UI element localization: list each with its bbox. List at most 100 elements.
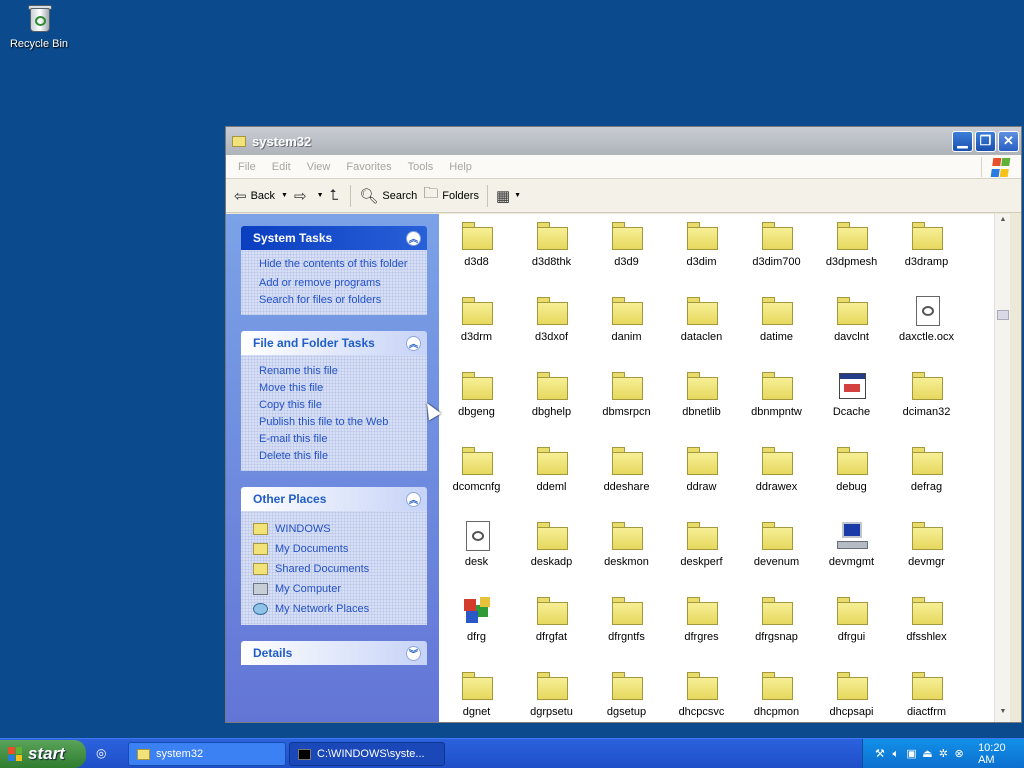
folders-button[interactable]: 🗀 Folders: [423, 183, 479, 208]
menu-favorites[interactable]: Favorites: [346, 161, 391, 173]
search-button[interactable]: 🔍︎ Search: [359, 187, 417, 205]
back-dropdown-icon[interactable]: ▼: [281, 192, 288, 199]
place-my-network-places[interactable]: My Network Places: [253, 599, 417, 619]
security-alert-icon[interactable]: ⊗: [952, 747, 966, 761]
file-item[interactable]: dfrgfat: [514, 595, 589, 643]
title-bar[interactable]: system32 ▁ ❐ ✕: [226, 127, 1021, 155]
file-item[interactable]: ddeml: [514, 445, 589, 493]
file-item[interactable]: diactfrm: [889, 670, 964, 718]
file-item[interactable]: desk: [439, 520, 514, 568]
file-item[interactable]: dgrpsetu: [514, 670, 589, 718]
details-header[interactable]: Details ︾: [241, 641, 427, 665]
file-item[interactable]: dciman32: [889, 370, 964, 418]
taskbar-item-cmd[interactable]: C:\WINDOWS\syste...: [289, 742, 445, 766]
scroll-up-arrow-icon[interactable]: ▲: [997, 216, 1009, 228]
file-item[interactable]: dbnetlib: [664, 370, 739, 418]
file-item[interactable]: debug: [814, 445, 889, 493]
add-remove-programs-link[interactable]: Add or remove programs: [259, 275, 417, 292]
file-item[interactable]: dfrgsnap: [739, 595, 814, 643]
file-item[interactable]: dbnmpntw: [739, 370, 814, 418]
rename-file-link[interactable]: Rename this file: [259, 363, 417, 380]
views-dropdown-icon[interactable]: ▼: [514, 192, 521, 199]
email-file-link[interactable]: E-mail this file: [259, 431, 417, 448]
file-item[interactable]: deskperf: [664, 520, 739, 568]
minimize-button[interactable]: ▁: [952, 130, 973, 152]
file-item[interactable]: defrag: [889, 445, 964, 493]
views-button[interactable]: ▦ ▼: [496, 187, 521, 205]
search-files-link[interactable]: Search for files or folders: [259, 292, 417, 309]
file-item[interactable]: dgnet: [439, 670, 514, 718]
file-item[interactable]: dfrgres: [664, 595, 739, 643]
file-item[interactable]: ddraw: [664, 445, 739, 493]
file-item[interactable]: dhcpsapi: [814, 670, 889, 718]
close-button[interactable]: ✕: [998, 130, 1019, 152]
file-item[interactable]: ddrawex: [739, 445, 814, 493]
collapse-chevron-icon[interactable]: ︽: [406, 230, 421, 246]
publish-file-link[interactable]: Publish this file to the Web: [259, 414, 417, 431]
maximize-button[interactable]: ❐: [975, 130, 996, 152]
settings-tray-icon[interactable]: ✲: [936, 747, 950, 761]
expand-chevron-icon[interactable]: ︾: [406, 645, 421, 661]
scroll-down-arrow-icon[interactable]: ▼: [997, 708, 1009, 720]
system-tasks-header[interactable]: System Tasks ︽: [241, 226, 427, 250]
file-item[interactable]: dbmsrpcn: [589, 370, 664, 418]
file-item[interactable]: deskmon: [589, 520, 664, 568]
taskbar-item-system32[interactable]: system32: [128, 742, 286, 766]
file-item[interactable]: devenum: [739, 520, 814, 568]
network-tray-icon[interactable]: ▣: [905, 747, 919, 761]
copy-file-link[interactable]: Copy this file: [259, 397, 417, 414]
menu-help[interactable]: Help: [449, 161, 472, 173]
file-item[interactable]: dbgeng: [439, 370, 514, 418]
file-item[interactable]: d3dim: [664, 220, 739, 268]
file-item[interactable]: d3d8: [439, 220, 514, 268]
menu-view[interactable]: View: [307, 161, 331, 173]
file-item[interactable]: dfrg: [439, 595, 514, 643]
file-item[interactable]: d3dim700: [739, 220, 814, 268]
file-item[interactable]: dfrgui: [814, 595, 889, 643]
safely-remove-icon[interactable]: ⏏: [921, 747, 935, 761]
vertical-scrollbar[interactable]: ▲ ▼: [994, 214, 1010, 722]
recycle-bin[interactable]: Recycle Bin: [8, 2, 70, 50]
move-file-link[interactable]: Move this file: [259, 380, 417, 397]
file-item[interactable]: Dcache: [814, 370, 889, 418]
file-item[interactable]: d3dpmesh: [814, 220, 889, 268]
tray-tool-icon[interactable]: ⚒: [873, 747, 887, 761]
up-folder-button[interactable]: ⮤: [330, 187, 343, 204]
menu-edit[interactable]: Edit: [272, 161, 291, 173]
file-item[interactable]: ddeshare: [589, 445, 664, 493]
file-item[interactable]: d3dramp: [889, 220, 964, 268]
place-windows[interactable]: WINDOWS: [253, 519, 417, 539]
file-item[interactable]: deskadp: [514, 520, 589, 568]
file-item[interactable]: dbghelp: [514, 370, 589, 418]
file-item[interactable]: dataclen: [664, 295, 739, 343]
place-shared-documents[interactable]: Shared Documents: [253, 559, 417, 579]
file-item[interactable]: danim: [589, 295, 664, 343]
file-item[interactable]: datime: [739, 295, 814, 343]
volume-icon[interactable]: 🔈︎: [889, 747, 903, 761]
file-item[interactable]: dhcpmon: [739, 670, 814, 718]
collapse-chevron-icon[interactable]: ︽: [406, 335, 421, 351]
file-item[interactable]: dgsetup: [589, 670, 664, 718]
scroll-thumb[interactable]: [997, 310, 1009, 320]
menu-file[interactable]: File: [238, 161, 256, 173]
file-item[interactable]: dfsshlex: [889, 595, 964, 643]
place-my-documents[interactable]: My Documents: [253, 539, 417, 559]
menu-tools[interactable]: Tools: [408, 161, 434, 173]
file-item[interactable]: devmgmt: [814, 520, 889, 568]
hide-contents-link[interactable]: Hide the contents of this folder: [259, 258, 417, 271]
clock[interactable]: 10:20 AM: [978, 742, 1024, 766]
file-item[interactable]: dhcpcsvc: [664, 670, 739, 718]
file-item[interactable]: devmgr: [889, 520, 964, 568]
place-my-computer[interactable]: My Computer: [253, 579, 417, 599]
file-item[interactable]: dcomcnfg: [439, 445, 514, 493]
start-button[interactable]: start: [0, 740, 86, 768]
delete-file-link[interactable]: Delete this file: [259, 448, 417, 465]
file-item[interactable]: dfrgntfs: [589, 595, 664, 643]
file-item[interactable]: d3drm: [439, 295, 514, 343]
file-item[interactable]: d3d8thk: [514, 220, 589, 268]
file-item[interactable]: daxctle.ocx: [889, 295, 964, 343]
file-item[interactable]: d3d9: [589, 220, 664, 268]
other-places-header[interactable]: Other Places ︽: [241, 487, 427, 511]
collapse-chevron-icon[interactable]: ︽: [406, 491, 421, 507]
file-item[interactable]: d3dxof: [514, 295, 589, 343]
